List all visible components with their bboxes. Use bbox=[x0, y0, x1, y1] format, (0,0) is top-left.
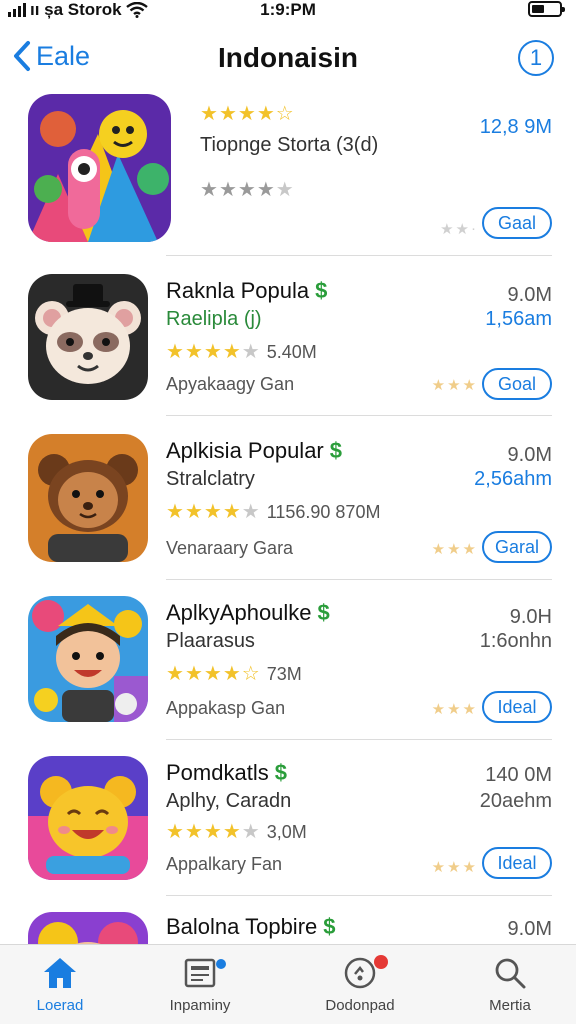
get-button[interactable]: Ideal bbox=[482, 691, 552, 723]
games-icon bbox=[344, 957, 376, 989]
star-rating-secondary: ★ ★ ★ ★ ★ bbox=[200, 179, 294, 201]
battery-icon bbox=[528, 1, 565, 17]
app-size: 9.0M bbox=[507, 918, 552, 940]
app-name-line: Aplkisia Popular $ bbox=[166, 438, 342, 464]
tab-search[interactable]: Mertia bbox=[450, 953, 570, 1014]
star-rating: ★ ★ ★ ★ ☆ bbox=[200, 103, 294, 125]
tab-label: Mertia bbox=[489, 997, 531, 1014]
app-size: 12,8 9M bbox=[479, 116, 552, 138]
search-icon bbox=[495, 958, 526, 989]
list-item[interactable]: Raknla Popula $ Raelipla (j) ★ ★ ★ ★ ★ 5.40M … bbox=[0, 256, 576, 416]
app-subtitle: Raelipla (j) bbox=[166, 308, 262, 330]
tab-bar: Loerad Inpaminy Dodonpad Mertia bbox=[0, 944, 576, 1024]
app-name: Raknla Popula bbox=[166, 278, 310, 303]
app-name: Balolna Topbire bbox=[166, 914, 318, 939]
navigation-bar: Eale Indonaisin 1 bbox=[0, 30, 576, 86]
app-name-line: Pomdkatls $ bbox=[166, 760, 287, 786]
app-subtitle: Stralclatry bbox=[166, 468, 255, 490]
list-item[interactable]: AplkyAphoulke $ Plaarasus ★ ★ ★ ★ ☆ 73M Appak… bbox=[0, 580, 576, 740]
emoji-face-icon[interactable] bbox=[28, 756, 148, 880]
price-icon: $ bbox=[323, 914, 336, 939]
home-icon bbox=[44, 958, 76, 988]
app-name: Aplkisia Popular bbox=[166, 438, 324, 463]
app-name-line: Raknla Popula $ bbox=[166, 278, 327, 304]
list-item[interactable]: ★ ★ ★ ★ ☆ Tiopnge Storta (3(d) 12,8 9M ★ ★ ★ ★ ★… bbox=[0, 86, 576, 256]
tab-label: Inpaminy bbox=[169, 997, 231, 1014]
info-button[interactable]: 1 bbox=[518, 40, 554, 76]
mini-rating: ★ ★ ★ bbox=[431, 541, 476, 558]
star-rating: ★ ★ ★ ★ ★ 3,0M bbox=[166, 821, 307, 843]
mini-rating: ★ ★ ★ bbox=[431, 701, 476, 718]
app-category: Appakasp Gan bbox=[166, 698, 286, 718]
news-icon bbox=[184, 958, 216, 988]
app-size-secondary: 20aehm bbox=[479, 790, 552, 812]
notification-dot bbox=[374, 955, 388, 969]
panda-icon[interactable] bbox=[28, 274, 148, 400]
app-name: AplkyAphoulke bbox=[166, 600, 312, 625]
app-subtitle: Aplhy, Caradn bbox=[166, 790, 292, 812]
rating-count: 73M bbox=[266, 664, 302, 684]
monster-party-icon[interactable] bbox=[28, 94, 171, 242]
partial-app-icon[interactable] bbox=[28, 912, 148, 944]
app-size-secondary: 1,56am bbox=[485, 308, 552, 330]
tab-games[interactable]: Dodonpad bbox=[300, 953, 420, 1014]
app-name-line: Balolna Topbire $ bbox=[166, 914, 336, 940]
app-category: Venaraary Gara bbox=[166, 538, 294, 558]
app-size: 9.0M bbox=[507, 284, 552, 306]
get-button[interactable]: Gaal bbox=[482, 207, 552, 239]
star-rating: ★ ★ ★ ★ ★ 5.40M bbox=[166, 341, 317, 363]
mini-rating: ★ ★ ★ bbox=[431, 859, 476, 876]
price-icon: $ bbox=[317, 600, 330, 625]
app-size-secondary: 2,56ahm bbox=[474, 468, 552, 490]
price-icon: $ bbox=[315, 278, 328, 303]
get-button[interactable]: Goal bbox=[482, 368, 552, 400]
bear-icon[interactable] bbox=[28, 434, 148, 562]
get-button[interactable]: Ideal bbox=[482, 847, 552, 879]
page-title: Indonaisin bbox=[218, 42, 358, 73]
tab-label: Loerad bbox=[36, 997, 84, 1014]
kid-character-icon[interactable] bbox=[28, 596, 148, 722]
app-subtitle: Tiopnge Storta (3(d) bbox=[200, 134, 379, 156]
rating-count: 5.40M bbox=[266, 342, 317, 362]
mini-rating: ★ ★ · bbox=[440, 220, 476, 238]
app-size: 140 0M bbox=[485, 764, 552, 786]
app-size-secondary: 1:6onhn bbox=[479, 630, 552, 652]
mini-rating: ★ ★ ★ bbox=[431, 377, 476, 394]
get-button[interactable]: Garal bbox=[482, 531, 552, 563]
tab-label: Dodonpad bbox=[325, 997, 395, 1014]
app-name: Pomdkatls bbox=[166, 760, 269, 785]
app-category: Appalkary Fan bbox=[166, 854, 283, 874]
app-category: Apyakaagy Gan bbox=[166, 374, 295, 394]
list-item[interactable]: Pomdkatls $ Aplhy, Caradn ★ ★ ★ ★ ★ 3,0M Appa… bbox=[0, 740, 576, 896]
rating-count: 1156.90 870M bbox=[266, 502, 381, 522]
app-size: 9.0H bbox=[509, 606, 552, 628]
notification-dot bbox=[216, 959, 226, 969]
tab-home[interactable]: Loerad bbox=[0, 953, 120, 1014]
app-subtitle: Plaarasus bbox=[166, 630, 255, 652]
app-name-line: AplkyAphoulke $ bbox=[166, 600, 330, 626]
star-rating: ★ ★ ★ ★ ★ 1156.90 870M bbox=[166, 501, 381, 523]
price-icon: $ bbox=[329, 438, 342, 463]
tab-news[interactable]: Inpaminy bbox=[140, 953, 260, 1014]
price-icon: $ bbox=[274, 760, 287, 785]
star-rating: ★ ★ ★ ★ ☆ 73M bbox=[166, 663, 302, 685]
list-item[interactable]: Aplkisia Popular $ Stralclatry ★ ★ ★ ★ ★ 1156… bbox=[0, 416, 576, 580]
clock: 1:9:PM bbox=[260, 0, 316, 19]
rating-count: 3,0M bbox=[266, 822, 307, 842]
status-bar: ıı șa Storok 1:9:PM bbox=[0, 0, 576, 22]
list-item[interactable]: Balolna Topbire $ 9.0M bbox=[0, 896, 576, 944]
app-size: 9.0M bbox=[507, 444, 552, 466]
